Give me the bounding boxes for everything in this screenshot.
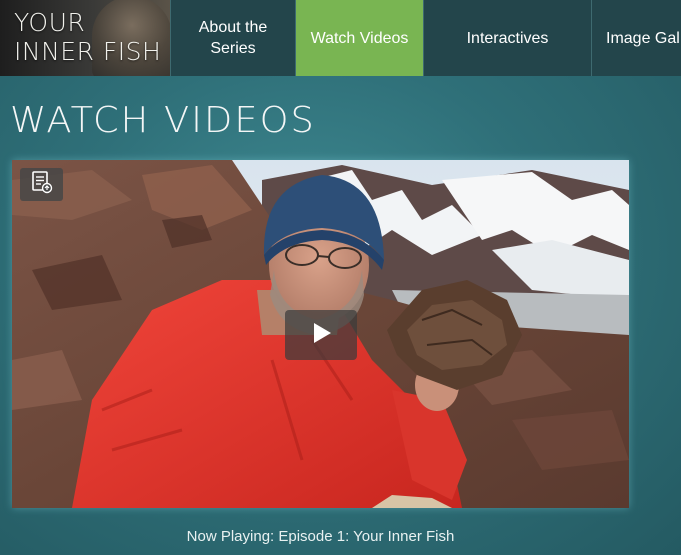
nav-gallery-label: Image Gal bbox=[606, 29, 680, 47]
transcript-button[interactable] bbox=[20, 168, 63, 201]
video-player[interactable] bbox=[12, 160, 629, 508]
nav-about-the-series[interactable]: About the Series bbox=[170, 0, 295, 76]
nav-watch-videos[interactable]: Watch Videos bbox=[295, 0, 423, 76]
nav-about-label: About the Series bbox=[198, 19, 268, 57]
top-nav: YOUR INNER FISH About the Series Watch V… bbox=[0, 0, 681, 76]
play-icon bbox=[308, 320, 334, 351]
logo-line-1: YOUR bbox=[14, 8, 86, 37]
nav-watch-label: Watch Videos bbox=[310, 29, 409, 47]
play-button[interactable] bbox=[285, 310, 357, 360]
site-logo[interactable]: YOUR INNER FISH bbox=[0, 0, 170, 76]
transcript-icon bbox=[31, 170, 53, 199]
nav-image-gallery[interactable]: Image Gal bbox=[591, 0, 681, 76]
now-playing-caption: Now Playing: Episode 1: Your Inner Fish bbox=[186, 528, 455, 545]
nav-interactives-label: Interactives bbox=[466, 29, 549, 47]
nav-interactives[interactable]: Interactives bbox=[423, 0, 591, 76]
logo-line-2: INNER FISH bbox=[14, 37, 162, 66]
page-title: WATCH VIDEOS bbox=[10, 100, 316, 141]
